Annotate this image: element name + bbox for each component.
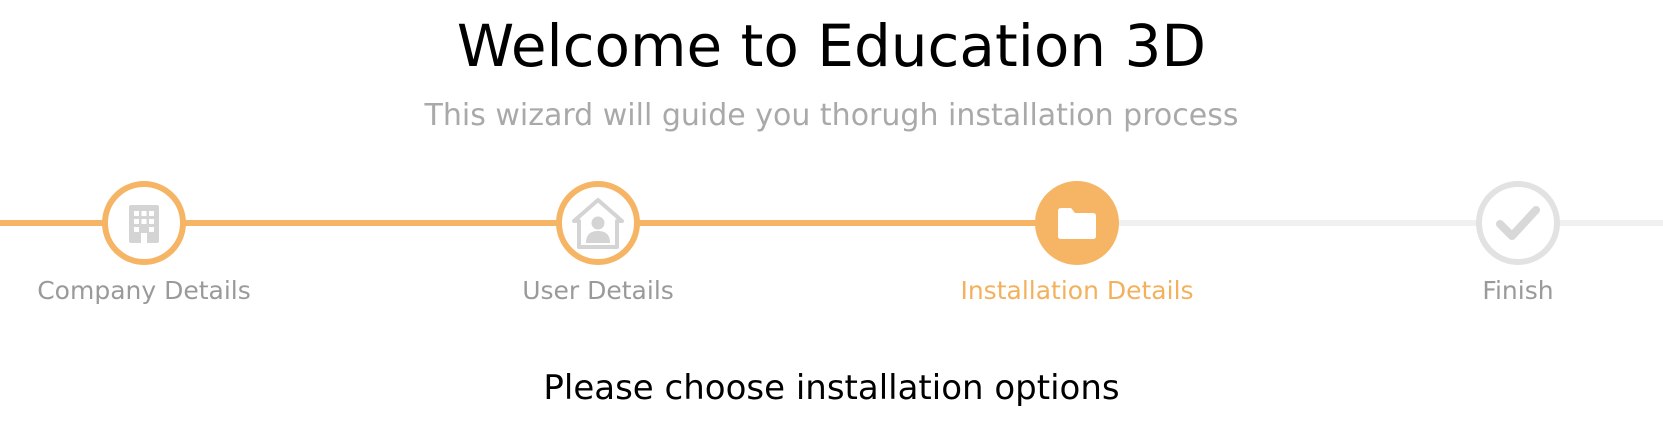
checkmark-icon [1496, 205, 1540, 241]
section-heading: Please choose installation options [543, 368, 1120, 408]
step-finish[interactable] [1476, 181, 1560, 265]
step-user-details[interactable] [556, 181, 640, 265]
step-company-details[interactable] [102, 181, 186, 265]
step-label-installation-details: Installation Details [960, 276, 1194, 305]
user-home-icon [570, 197, 626, 249]
page-title: Welcome to Education 3D [456, 12, 1207, 80]
progress-track-remaining [1078, 220, 1663, 226]
step-label-user-details: User Details [522, 276, 674, 305]
step-label-finish: Finish [1482, 276, 1554, 305]
step-label-company-details: Company Details [37, 276, 251, 305]
step-installation-details[interactable] [1035, 181, 1119, 265]
page-subtitle: This wizard will guide you thorugh insta… [424, 98, 1239, 133]
building-icon [126, 203, 162, 243]
folder-icon [1056, 206, 1098, 240]
